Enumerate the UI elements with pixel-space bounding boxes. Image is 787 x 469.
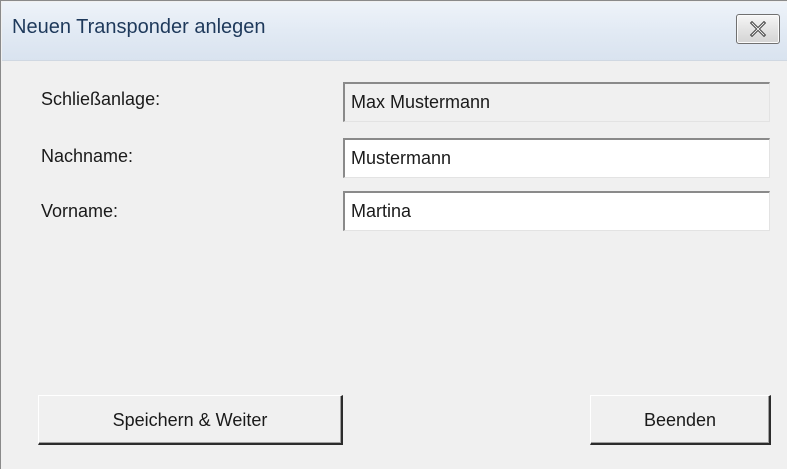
quit-button[interactable]: Beenden xyxy=(590,395,771,445)
label-vorname: Vorname: xyxy=(41,201,119,221)
save-next-button[interactable]: Speichern & Weiter xyxy=(38,395,343,445)
vorname-field[interactable] xyxy=(343,191,770,231)
schliessanlage-field[interactable] xyxy=(343,82,770,122)
dialog-window: Neuen Transponder anlegen Schließanlage:… xyxy=(0,0,787,469)
label-schliessanlage: Schließanlage: xyxy=(41,89,161,109)
nachname-field[interactable] xyxy=(343,138,770,178)
label-nachname: Nachname: xyxy=(41,146,134,166)
close-button[interactable] xyxy=(736,14,780,44)
title-bar: Neuen Transponder anlegen xyxy=(2,2,787,61)
close-icon xyxy=(749,21,767,37)
window-title: Neuen Transponder anlegen xyxy=(12,16,266,38)
